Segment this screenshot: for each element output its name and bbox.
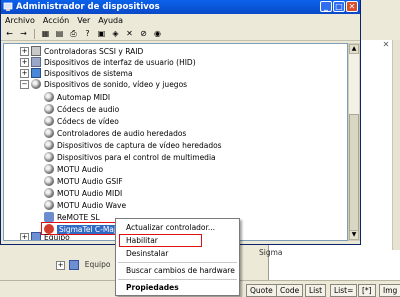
speaker-icon (44, 116, 54, 126)
device-item[interactable]: Dispositivos para el control de multimed… (44, 152, 216, 162)
device-manager-icon (3, 2, 13, 11)
img-button[interactable]: Img (379, 284, 400, 297)
forward-icon[interactable]: → (18, 28, 29, 39)
uninstall-icon[interactable]: ✕ (124, 28, 135, 39)
menu-item-update-driver[interactable]: Actualizar controlador... (116, 222, 239, 234)
expand-icon[interactable]: + (56, 260, 65, 270)
window-title: Administrador de dispositivos (16, 2, 160, 12)
title-bar[interactable]: Administrador de dispositivos _ □ ✕ (1, 0, 360, 14)
tree-item-hid[interactable]: + Dispositivos de interfaz de usuario (H… (20, 57, 196, 67)
speaker-icon (44, 140, 54, 150)
maximize-button[interactable]: □ (333, 1, 345, 12)
menu-item-properties[interactable]: Propiedades (116, 282, 239, 294)
list-equals-button[interactable]: List= (330, 284, 358, 297)
scrollbar-thumb[interactable] (349, 114, 359, 234)
console-tree-icon[interactable]: ▦ (40, 28, 51, 39)
list-item-button[interactable]: [*] (358, 284, 376, 297)
device-item[interactable]: Códecs de audio (44, 104, 119, 114)
computer-icon (69, 260, 80, 270)
background-scrollbar[interactable] (392, 40, 400, 250)
help-icon[interactable]: ? (82, 28, 93, 39)
device-tree[interactable]: + Controladoras SCSI y RAID + Dispositiv… (3, 43, 348, 241)
device-item[interactable]: MOTU Audio (44, 164, 103, 174)
tree-item-system[interactable]: + Dispositivos de sistema (20, 68, 133, 78)
expand-icon[interactable]: + (20, 57, 29, 67)
code-button[interactable]: Code (276, 284, 304, 297)
close-button[interactable]: ✕ (346, 1, 358, 12)
device-item[interactable]: Dispositivos de captura de vídeo heredad… (44, 140, 222, 150)
speaker-icon (44, 152, 54, 162)
speaker-icon (44, 200, 54, 210)
tree-item-sound[interactable]: − Dispositivos de sonido, vídeo y juegos (20, 79, 187, 89)
menu-separator (118, 279, 237, 280)
background-row-sigma: Sigma (259, 248, 283, 257)
speaker-icon (44, 92, 54, 102)
context-menu: Actualizar controlador... Habilitar Desi… (115, 218, 240, 296)
highlight-box (119, 234, 202, 247)
properties-icon[interactable]: ▤ (54, 28, 65, 39)
list-button[interactable]: List (305, 284, 327, 297)
device-item[interactable]: Automap MIDI (44, 92, 110, 102)
speaker-icon (44, 164, 54, 174)
scsi-icon (31, 46, 41, 56)
scroll-down-icon[interactable]: ▼ (349, 230, 359, 240)
device-item[interactable]: Códecs de vídeo (44, 116, 119, 126)
update-driver-icon[interactable]: ◈ (110, 28, 121, 39)
menu-item-scan-hardware[interactable]: Buscar cambios de hardware (116, 265, 239, 277)
sound-icon (31, 79, 41, 89)
menu-archivo[interactable]: Archivo (5, 16, 35, 25)
menu-item-uninstall[interactable]: Desinstalar (116, 248, 239, 260)
expand-icon[interactable]: + (20, 232, 29, 240)
system-icon (31, 68, 41, 78)
menu-ver[interactable]: Ver (77, 16, 90, 25)
device-item[interactable]: MOTU Audio GSIF (44, 176, 123, 186)
device-item[interactable]: MOTU Audio MIDI (44, 188, 122, 198)
vertical-scrollbar[interactable]: ▲ ▼ (348, 43, 360, 241)
speaker-icon (44, 176, 54, 186)
toolbar: ← → ▦ ▤ ⎙ ? ▣ ◈ ✕ ⊘ ◉ (1, 27, 360, 41)
device-item[interactable]: ReMOTE SL (44, 212, 100, 222)
speaker-icon (44, 104, 54, 114)
toolbar-separator (34, 28, 35, 39)
speaker-icon (44, 128, 54, 138)
quote-button[interactable]: Quote (246, 284, 277, 297)
minimize-button[interactable]: _ (320, 1, 332, 12)
device-item[interactable]: MOTU Audio Wave (44, 200, 126, 210)
speaker-icon (44, 188, 54, 198)
close-icon[interactable]: ✕ (381, 40, 391, 49)
print-icon[interactable]: ⎙ (68, 28, 79, 39)
usb-device-icon (44, 212, 54, 222)
enable-icon[interactable]: ◉ (152, 28, 163, 39)
tree-item-equipo[interactable]: + Equipo (20, 232, 70, 240)
computer-icon (31, 232, 41, 240)
device-item[interactable]: Controladores de audio heredados (44, 128, 186, 138)
scroll-up-icon[interactable]: ▲ (349, 44, 359, 54)
device-manager-window: Administrador de dispositivos _ □ ✕ Arch… (0, 0, 361, 245)
menu-separator (118, 262, 237, 263)
hid-icon (31, 57, 41, 67)
back-icon[interactable]: ← (4, 28, 15, 39)
expand-icon[interactable]: + (20, 68, 29, 78)
scan-hardware-icon[interactable]: ▣ (96, 28, 107, 39)
menu-bar: Archivo Acción Ver Ayuda (1, 14, 360, 27)
disable-icon[interactable]: ⊘ (138, 28, 149, 39)
menu-ayuda[interactable]: Ayuda (98, 16, 123, 25)
collapse-icon[interactable]: − (20, 79, 29, 89)
menu-accion[interactable]: Acción (43, 16, 69, 25)
expand-icon[interactable]: + (20, 46, 29, 56)
tree-item-scsi[interactable]: + Controladoras SCSI y RAID (20, 46, 143, 56)
